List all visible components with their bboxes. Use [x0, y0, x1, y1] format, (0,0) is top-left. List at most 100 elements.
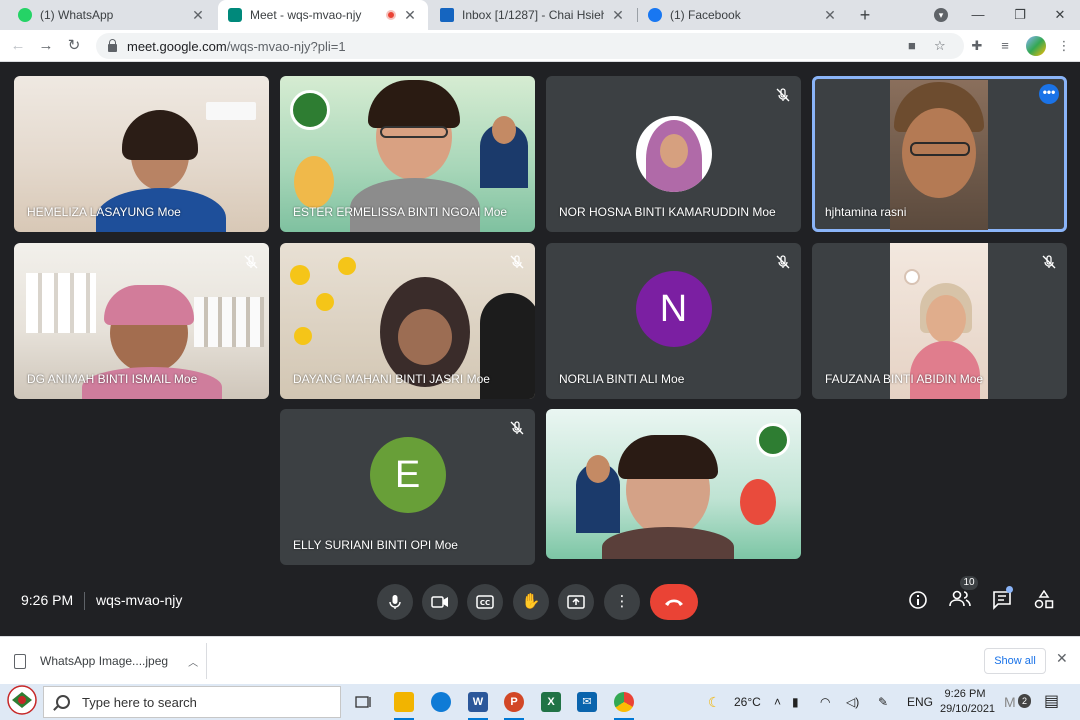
profile-avatar[interactable] — [1026, 36, 1046, 56]
taskbar-file-explorer[interactable] — [390, 688, 418, 720]
facebook-icon — [648, 8, 662, 22]
input-language[interactable]: ENG — [907, 684, 933, 720]
school-logo-icon — [7, 685, 37, 715]
participant-tile[interactable]: DG ANIMAH BINTI ISMAIL Moe — [14, 243, 269, 399]
participant-name: HEMELIZA LASAYUNG Moe — [27, 205, 181, 219]
clock-date: 29/10/2021 — [940, 703, 996, 715]
participant-tile[interactable]: N NORLIA BINTI ALI Moe — [546, 243, 801, 399]
microphone-tray-icon[interactable]: ▮ — [792, 684, 799, 720]
taskbar-excel[interactable]: X — [537, 688, 565, 716]
forward-arrow-icon[interactable]: → — [36, 36, 56, 56]
tab-search-icon[interactable]: ▾ — [934, 8, 948, 22]
participant-tile[interactable] — [546, 409, 801, 559]
people-button[interactable] — [949, 590, 971, 612]
wifi-icon[interactable]: ◠ — [820, 684, 830, 720]
present-now-button[interactable] — [558, 584, 594, 620]
reload-icon[interactable]: ↻ — [64, 36, 84, 56]
download-filename: WhatsApp Image....jpeg — [40, 654, 169, 668]
captions-button[interactable]: CC — [467, 584, 503, 620]
windows-taskbar: Type here to search W P X ✉ ☾ 26°C ˄ ▮ ◠… — [0, 684, 1080, 720]
meeting-code: wqs-mvao-njy — [96, 592, 183, 608]
svg-text:CC: CC — [480, 599, 490, 607]
participant-name: NOR HOSNA BINTI KAMARUDDIN Moe — [559, 205, 776, 219]
show-hidden-icons[interactable]: ˄ — [774, 684, 781, 720]
present-icon — [567, 595, 585, 609]
start-button[interactable] — [0, 684, 42, 720]
task-view-button[interactable] — [350, 688, 378, 716]
participant-avatar: E — [369, 436, 446, 513]
camera-permission-icon[interactable]: ■ — [908, 38, 916, 53]
excel-icon: X — [541, 692, 561, 712]
participant-name: NORLIA BINTI ALI Moe — [559, 372, 685, 386]
taskbar-edge[interactable] — [427, 688, 455, 716]
participant-tile[interactable]: NOR HOSNA BINTI KAMARUDDIN Moe — [546, 76, 801, 232]
participant-name: FAUZANA BINTI ABIDIN Moe — [825, 372, 984, 386]
tab-meet[interactable]: Meet - wqs-mvao-njy ✕ — [218, 0, 428, 30]
chat-button[interactable] — [991, 590, 1013, 612]
menu-kebab-icon[interactable]: ⋮ — [1054, 36, 1074, 56]
tab-inbox[interactable]: Inbox [1/1287] - Chai Hsieh Nee ✕ — [430, 0, 636, 30]
address-bar[interactable]: meet.google.com/wqs-mvao-njy?pli=1 ■ ☆ — [96, 33, 964, 59]
people-icon — [949, 590, 971, 607]
hangup-icon — [665, 599, 683, 606]
chevron-up-icon[interactable]: ︿ — [188, 654, 198, 669]
participant-tile[interactable]: DAYANG MAHANI BINTI JASRI Moe — [280, 243, 535, 399]
tab-whatsapp[interactable]: (1) WhatsApp ✕ — [8, 0, 216, 30]
microphone-button[interactable] — [377, 584, 413, 620]
close-icon[interactable]: ✕ — [402, 7, 418, 24]
participant-tile[interactable]: FAUZANA BINTI ABIDIN Moe — [812, 243, 1067, 399]
divider — [84, 592, 85, 610]
close-icon[interactable]: ✕ — [190, 7, 206, 24]
show-all-button[interactable]: Show all — [984, 648, 1046, 674]
download-item[interactable]: WhatsApp Image....jpeg ︿ — [14, 648, 198, 674]
mic-off-icon — [776, 255, 790, 269]
participant-tile[interactable]: ESTER ERMELISSA BINTI NGOAI Moe — [280, 76, 535, 232]
activities-button[interactable] — [1033, 589, 1055, 612]
recording-icon — [386, 10, 396, 20]
browser-toolbar: ← → ↻ meet.google.com/wqs-mvao-njy?pli=1… — [0, 30, 1080, 62]
participant-tile[interactable]: HEMELIZA LASAYUNG Moe — [14, 76, 269, 232]
speaker-icon[interactable]: ◁) — [846, 684, 859, 720]
close-icon[interactable]: ✕ — [822, 7, 838, 24]
activities-icon — [1034, 589, 1054, 609]
mic-off-icon — [1042, 255, 1056, 269]
taskbar-search-box[interactable]: Type here to search — [43, 686, 341, 718]
bookmark-star-icon[interactable]: ☆ — [934, 38, 946, 54]
lock-icon — [108, 39, 117, 52]
pen-icon[interactable]: ✎ — [878, 684, 888, 720]
more-options-button[interactable]: ⋮ — [604, 584, 640, 620]
url-host: meet.google.com — [127, 38, 227, 54]
weather-temperature[interactable]: 26°C — [734, 684, 761, 720]
mail-icon — [440, 8, 454, 22]
meeting-details-button[interactable] — [907, 590, 929, 612]
raise-hand-button[interactable]: ✋ — [513, 584, 549, 620]
taskbar-mail[interactable]: ✉ — [573, 688, 601, 716]
taskbar-chrome[interactable] — [610, 688, 638, 720]
tab-facebook[interactable]: (1) Facebook ✕ — [638, 0, 848, 30]
back-arrow-icon[interactable]: ← — [8, 36, 28, 56]
chat-icon — [993, 591, 1011, 610]
leave-call-button[interactable] — [650, 584, 698, 620]
close-window-button[interactable]: ✕ — [1040, 0, 1080, 30]
reading-list-icon[interactable]: ≡ — [995, 36, 1015, 56]
taskbar-clock[interactable]: 9:26 PM 29/10/2021 — [940, 687, 996, 717]
taskbar-powerpoint[interactable]: P — [500, 688, 528, 720]
taskbar-word[interactable]: W — [464, 688, 492, 720]
new-tab-button[interactable]: + — [854, 4, 876, 26]
participant-name: hjhtamina rasni — [825, 205, 907, 219]
search-icon — [56, 695, 70, 709]
url-text: meet.google.com/wqs-mvao-njy?pli=1 — [127, 39, 346, 54]
camera-button[interactable] — [422, 584, 458, 620]
more-options-icon[interactable]: ••• — [1039, 84, 1059, 104]
extensions-icon[interactable]: ✚ — [967, 36, 987, 56]
minimize-button[interactable]: — — [958, 0, 998, 30]
participant-tile[interactable]: E ELLY SURIANI BINTI OPI Moe — [280, 409, 535, 565]
participant-tile[interactable]: ••• hjhtamina rasni — [812, 76, 1067, 232]
participant-name: DG ANIMAH BINTI ISMAIL Moe — [27, 372, 198, 386]
more-options-icon: ⋮ — [614, 593, 630, 610]
close-icon[interactable]: ✕ — [1056, 650, 1068, 667]
close-icon[interactable]: ✕ — [610, 7, 626, 24]
participant-avatar: N — [635, 270, 712, 347]
action-center-icon[interactable]: ▤ — [1044, 684, 1059, 720]
maximize-button[interactable]: ❐ — [1000, 0, 1040, 30]
